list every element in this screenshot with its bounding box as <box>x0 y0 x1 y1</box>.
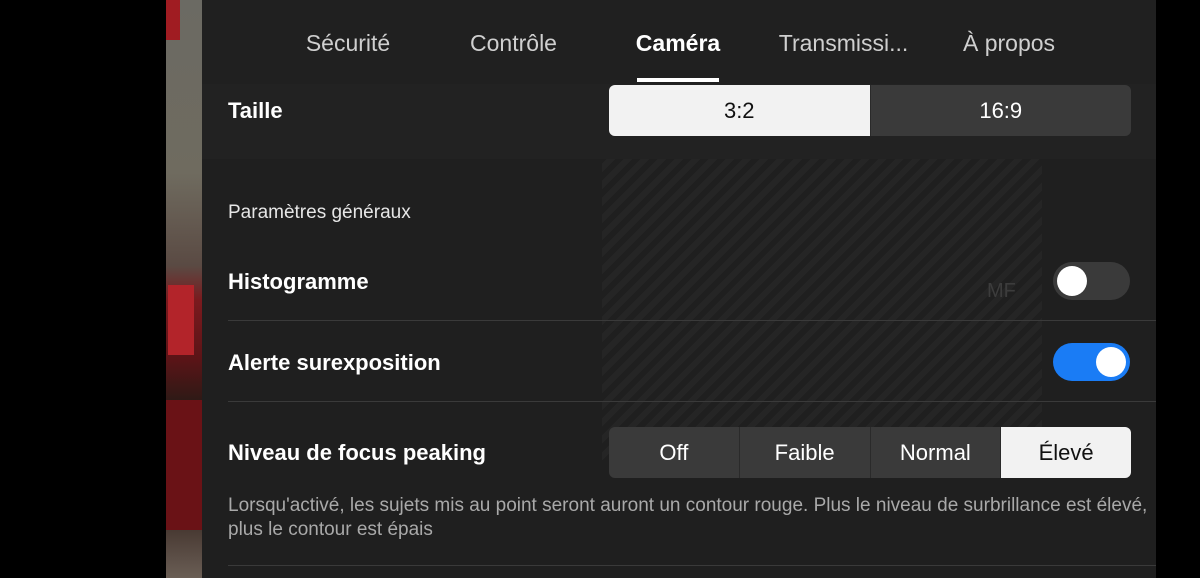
divider <box>228 320 1156 321</box>
tab-a-propos[interactable]: À propos <box>959 0 1059 84</box>
mf-indicator: MF <box>987 280 1016 302</box>
focus-peaking-label: Niveau de focus peaking <box>228 440 486 465</box>
tab-controle[interactable]: Contrôle <box>461 0 566 84</box>
tab-securite[interactable]: Sécurité <box>298 0 398 84</box>
focus-option-off[interactable]: Off <box>609 427 739 478</box>
focus-option-normal[interactable]: Normal <box>869 427 1001 478</box>
settings-panel: MF Sécurité Contrôle Caméra Transmissi..… <box>202 0 1156 578</box>
focus-option-faible[interactable]: Faible <box>738 427 870 478</box>
tab-camera[interactable]: Caméra <box>633 0 723 84</box>
toggle-knob <box>1096 347 1126 377</box>
camera-feed-overlay <box>602 130 1042 460</box>
tab-transmission[interactable]: Transmissi... <box>776 0 911 84</box>
overexposure-toggle[interactable] <box>1053 343 1130 381</box>
feed-detail <box>166 400 202 530</box>
size-selector: 3:2 16:9 <box>609 85 1131 136</box>
histogram-label: Histogramme <box>228 269 369 294</box>
overexposure-label: Alerte surexposition <box>228 350 441 375</box>
focus-peaking-description: Lorsqu'activé, les sujets mis au point s… <box>228 495 1148 540</box>
size-option-16-9[interactable]: 16:9 <box>869 85 1132 136</box>
feed-detail <box>166 0 180 40</box>
section-general-settings: Paramètres généraux <box>228 202 411 223</box>
settings-tab-bar: Sécurité Contrôle Caméra Transmissi... À… <box>202 0 1156 84</box>
focus-peaking-selector: Off Faible Normal Élevé <box>609 427 1131 478</box>
size-option-3-2[interactable]: 3:2 <box>609 85 870 136</box>
active-tab-indicator <box>637 78 719 82</box>
camera-feed-strip <box>166 0 202 578</box>
divider <box>228 565 1156 566</box>
divider <box>228 401 1156 402</box>
focus-option-eleve[interactable]: Élevé <box>1000 427 1131 478</box>
histogram-toggle[interactable] <box>1053 262 1130 300</box>
size-label: Taille <box>228 98 283 123</box>
feed-detail <box>168 285 194 355</box>
toggle-knob <box>1057 266 1087 296</box>
